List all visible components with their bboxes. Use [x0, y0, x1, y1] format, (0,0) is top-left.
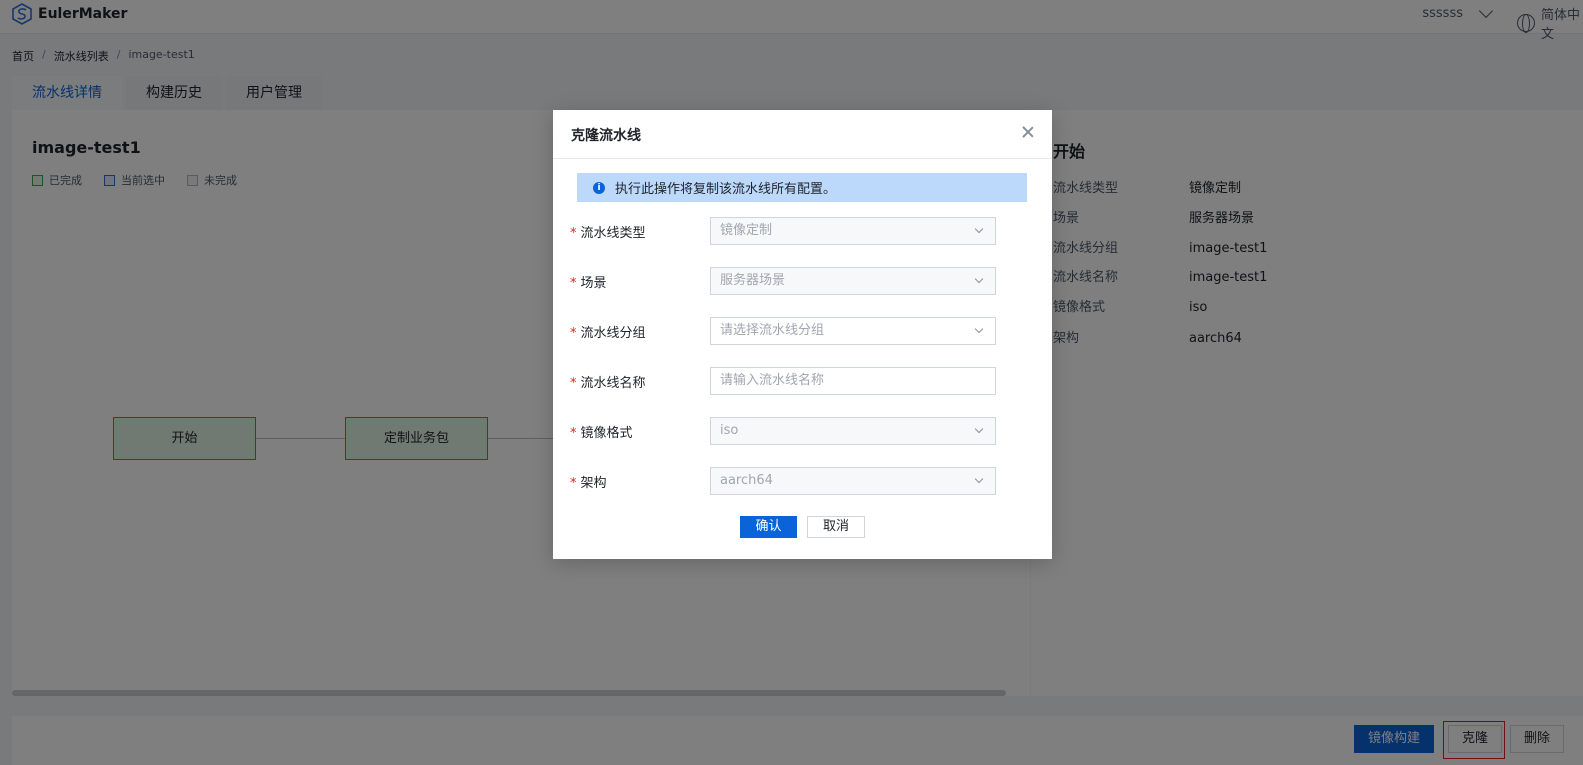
- required-mark: *: [570, 276, 577, 291]
- required-mark: *: [570, 426, 577, 441]
- input-placeholder: 请输入流水线名称: [720, 373, 825, 388]
- alert-text: 执行此操作将复制该流水线所有配置。: [615, 182, 837, 197]
- form-row-scenario: * 场景 服务器场景: [570, 267, 1030, 295]
- select-value: 镜像定制: [720, 223, 773, 238]
- architecture-select[interactable]: aarch64: [710, 467, 996, 495]
- scenario-select[interactable]: 服务器场景: [710, 267, 996, 295]
- form-row-pipeline-name: * 流水线名称 请输入流水线名称: [570, 367, 1030, 395]
- clone-pipeline-dialog: 克隆流水线 i 执行此操作将复制该流水线所有配置。 * 流水线类型 镜像定制 * 场…: [553, 110, 1052, 559]
- required-mark: *: [570, 376, 577, 391]
- required-mark: *: [570, 226, 577, 241]
- field-label: * 流水线名称: [570, 372, 646, 391]
- select-value: aarch64: [720, 473, 773, 488]
- required-mark: *: [570, 326, 577, 341]
- form-row-architecture: * 架构 aarch64: [570, 467, 1030, 495]
- form-row-image-format: * 镜像格式 iso: [570, 417, 1030, 445]
- form-row-pipeline-type: * 流水线类型 镜像定制: [570, 217, 1030, 245]
- pipeline-type-select[interactable]: 镜像定制: [710, 217, 996, 245]
- required-mark: *: [570, 476, 577, 491]
- chevron-down-icon: [974, 274, 984, 284]
- field-label: * 流水线类型: [570, 222, 646, 241]
- field-label-text: 流水线分组: [580, 326, 646, 341]
- field-label-text: 场景: [580, 276, 607, 291]
- close-icon[interactable]: [1022, 126, 1034, 138]
- pipeline-group-select[interactable]: 请选择流水线分组: [710, 317, 996, 345]
- image-format-select[interactable]: iso: [710, 417, 996, 445]
- cancel-button[interactable]: 取消: [807, 516, 865, 538]
- field-label: * 架构: [570, 472, 607, 491]
- select-placeholder: 请选择流水线分组: [720, 323, 825, 338]
- pipeline-name-input[interactable]: 请输入流水线名称: [710, 367, 996, 395]
- chevron-down-icon: [974, 424, 984, 434]
- select-value: 服务器场景: [720, 273, 786, 288]
- confirm-button[interactable]: 确认: [740, 516, 797, 538]
- field-label: * 流水线分组: [570, 322, 646, 341]
- field-label-text: 架构: [580, 476, 607, 491]
- info-icon: i: [593, 181, 605, 194]
- form-row-pipeline-group: * 流水线分组 请选择流水线分组: [570, 317, 1030, 345]
- field-label: * 镜像格式: [570, 422, 633, 441]
- select-value: iso: [720, 423, 739, 438]
- chevron-down-icon: [974, 474, 984, 484]
- field-label: * 场景: [570, 272, 607, 291]
- dialog-header: 克隆流水线: [553, 110, 1052, 159]
- chevron-down-icon: [974, 224, 984, 234]
- field-label-text: 镜像格式: [580, 426, 633, 441]
- field-label-text: 流水线类型: [580, 226, 646, 241]
- field-label-text: 流水线名称: [580, 376, 646, 391]
- chevron-down-icon: [974, 324, 984, 334]
- info-alert: i 执行此操作将复制该流水线所有配置。: [577, 173, 1027, 202]
- dialog-title: 克隆流水线: [571, 128, 641, 144]
